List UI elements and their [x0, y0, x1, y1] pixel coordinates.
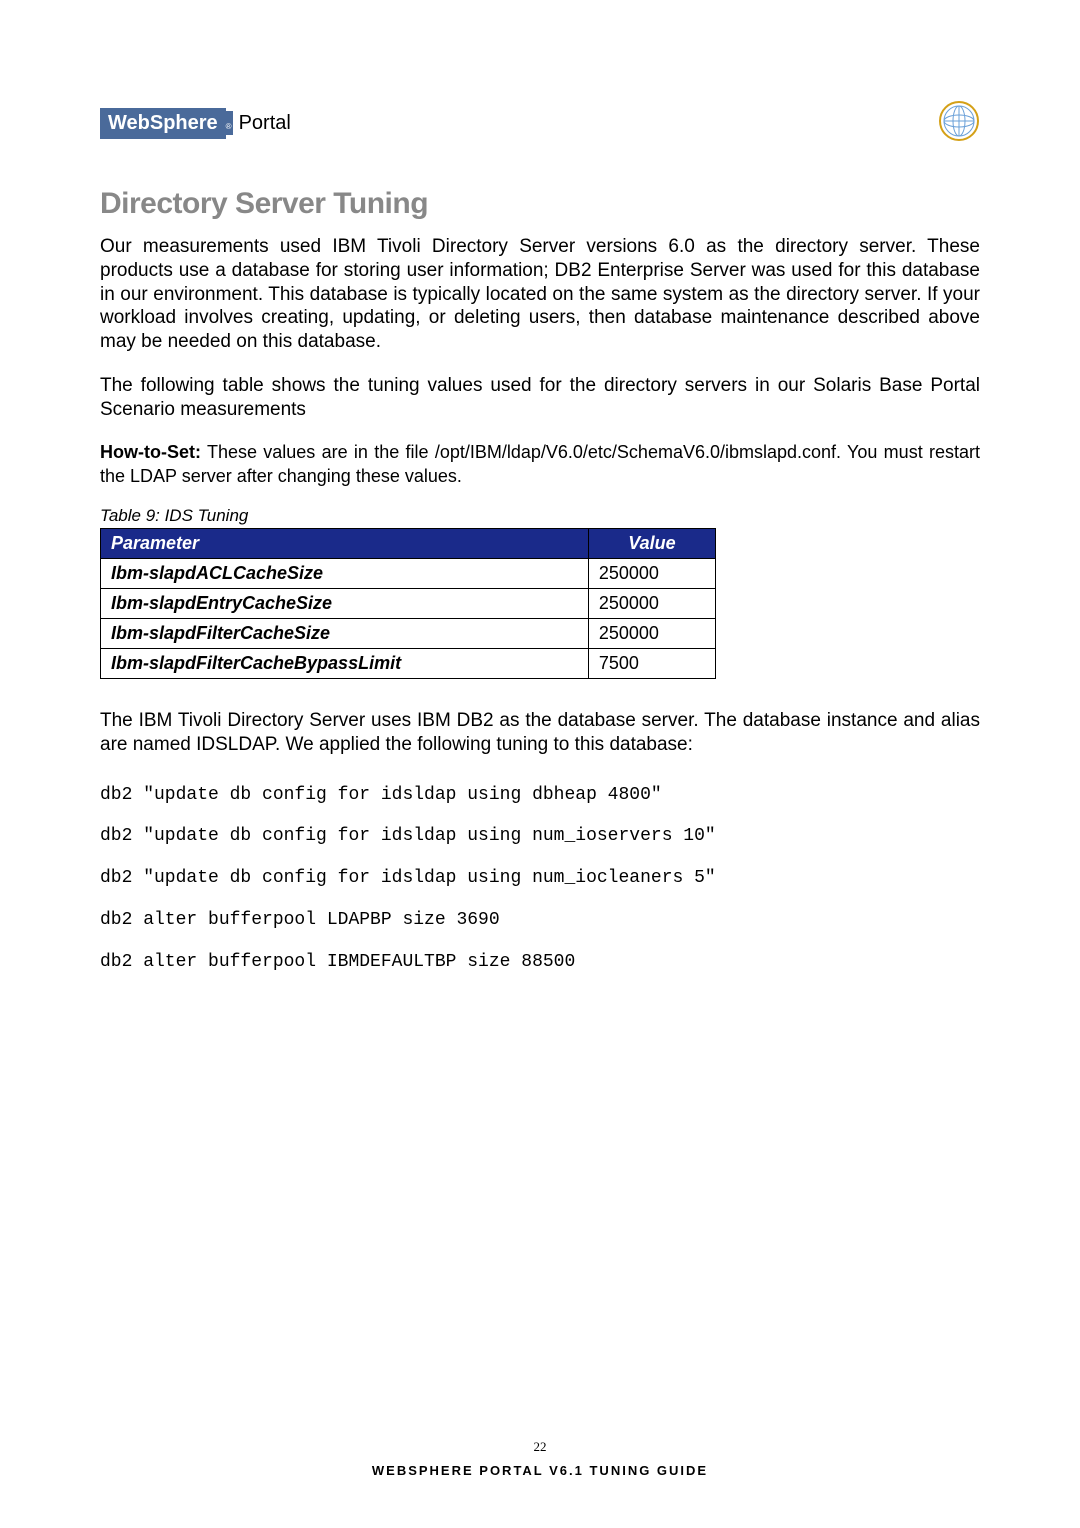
cell-param: Ibm-slapdEntryCacheSize: [101, 589, 589, 619]
page-number: 22: [0, 1439, 1080, 1455]
how-to-set-text: These values are in the file /opt/IBM/ld…: [100, 442, 980, 485]
table-header-row: Parameter Value: [101, 529, 716, 559]
ids-tuning-table: Parameter Value Ibm-slapdACLCacheSize 25…: [100, 528, 716, 679]
brand-left: WebSphere: [100, 108, 226, 139]
section-title: Directory Server Tuning: [100, 187, 980, 221]
globe-icon: [938, 100, 980, 147]
db2-command: db2 "update db config for idsldap using …: [100, 860, 980, 898]
intro-paragraph-2: The following table shows the tuning val…: [100, 374, 980, 422]
brand-right: Portal: [233, 112, 291, 135]
page-footer: 22 WEBSPHERE PORTAL V6.1 TUNING GUIDE: [0, 1439, 1080, 1478]
cell-value: 7500: [588, 649, 715, 679]
cell-value: 250000: [588, 589, 715, 619]
cell-param: Ibm-slapdFilterCacheSize: [101, 619, 589, 649]
table-row: Ibm-slapdEntryCacheSize 250000: [101, 589, 716, 619]
col-header-parameter: Parameter: [101, 529, 589, 559]
how-to-set: How-to-Set: These values are in the file…: [100, 441, 980, 488]
db2-command: db2 "update db config for idsldap using …: [100, 777, 980, 815]
cell-value: 250000: [588, 619, 715, 649]
cell-value: 250000: [588, 559, 715, 589]
db2-command: db2 "update db config for idsldap using …: [100, 818, 980, 856]
brand-registered: ®: [226, 111, 233, 135]
guide-title: WEBSPHERE PORTAL V6.1 TUNING GUIDE: [372, 1463, 708, 1478]
cell-param: Ibm-slapdFilterCacheBypassLimit: [101, 649, 589, 679]
col-header-value: Value: [588, 529, 715, 559]
table-row: Ibm-slapdFilterCacheBypassLimit 7500: [101, 649, 716, 679]
intro-paragraph-1: Our measurements used IBM Tivoli Directo…: [100, 235, 980, 354]
websphere-logo: WebSphere® Portal: [100, 108, 291, 139]
how-to-set-label: How-to-Set:: [100, 442, 201, 462]
db2-paragraph: The IBM Tivoli Directory Server uses IBM…: [100, 709, 980, 757]
table-row: Ibm-slapdFilterCacheSize 250000: [101, 619, 716, 649]
db2-command: db2 alter bufferpool IBMDEFAULTBP size 8…: [100, 944, 980, 982]
db2-command: db2 alter bufferpool LDAPBP size 3690: [100, 902, 980, 940]
page-header: WebSphere® Portal: [100, 100, 980, 147]
table-row: Ibm-slapdACLCacheSize 250000: [101, 559, 716, 589]
table-caption: Table 9: IDS Tuning: [100, 506, 980, 526]
cell-param: Ibm-slapdACLCacheSize: [101, 559, 589, 589]
